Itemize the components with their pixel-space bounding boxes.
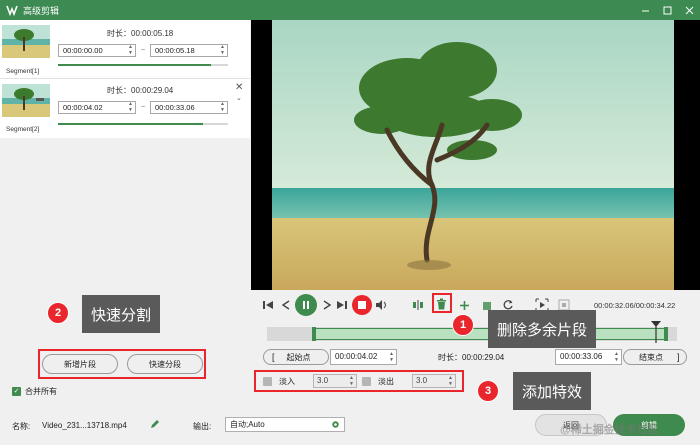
quick-split-button[interactable]: 快速分段 — [127, 354, 203, 374]
gear-icon[interactable] — [331, 420, 340, 429]
segment-start-field[interactable]: 00:00:00.00 ▲ ▼ — [58, 44, 136, 57]
set-start-label: 起始点 — [286, 352, 311, 362]
bracket-left-icon: [ — [272, 352, 275, 362]
maximize-icon[interactable] — [656, 0, 678, 20]
minimize-icon[interactable] — [634, 0, 656, 20]
segment-end-field[interactable]: 00:00:05.18 ▲ ▼ — [150, 44, 228, 57]
output-label: 输出: — [193, 422, 212, 431]
fade-in-checkbox[interactable]: 淡入 — [263, 375, 295, 388]
merge-all-checkbox[interactable]: ✓ 合并所有 — [12, 386, 57, 397]
segment-label: Segment[1] — [6, 68, 40, 75]
close-icon[interactable] — [678, 0, 700, 20]
stepper-icon[interactable]: ▲ ▼ — [220, 101, 225, 113]
close-icon[interactable]: ✕ — [235, 83, 243, 93]
next-icon[interactable] — [335, 298, 349, 312]
fade-out-field[interactable]: 3.0 ▲ ▼ — [412, 374, 456, 388]
set-start-button[interactable]: [ 起始点 — [263, 349, 329, 365]
separator: ~ — [141, 47, 146, 54]
step-forward-icon[interactable] — [320, 298, 334, 312]
stepper-icon[interactable]: ▲ ▼ — [448, 375, 453, 387]
segment-duration: 时长：00:00:29.04 — [107, 86, 174, 95]
title-bar: 高级剪辑 — [0, 0, 700, 20]
range-start-handle[interactable] — [312, 327, 316, 341]
annotation-badge-2: 2 — [47, 302, 69, 324]
fade-in-field[interactable]: 3.0 ▲ ▼ — [313, 374, 357, 388]
segment-thumbnail — [2, 25, 50, 58]
trim-row: [ 起始点 00:00:04.02 ▲ ▼ 时长：00:00:29.04 00:00… — [263, 349, 687, 365]
checkmark-icon[interactable]: ✓ — [12, 387, 21, 396]
bracket-right-icon: ] — [677, 352, 680, 362]
annotation-callout-1: 删除多余片段 — [488, 310, 597, 348]
output-select[interactable]: 自动;Auto — [225, 417, 345, 432]
add-icon[interactable] — [457, 298, 471, 312]
stepper-icon[interactable]: ▲ ▼ — [349, 375, 354, 387]
segment-progress — [58, 64, 228, 66]
segment-label: Segment[2] — [6, 126, 40, 133]
segment-end-field[interactable]: 00:00:33.06 ▲ ▼ — [150, 101, 228, 114]
checkbox-icon[interactable] — [263, 377, 272, 386]
chevron-down-icon[interactable]: ⌄ — [236, 94, 242, 104]
split-icon[interactable] — [411, 298, 425, 312]
stepper-icon[interactable]: ▲ ▼ — [389, 351, 394, 363]
segment-progress-fill — [58, 123, 203, 125]
fade-in-label: 淡入 — [279, 377, 295, 386]
stepper-icon[interactable]: ▲ ▼ — [220, 44, 225, 56]
app-logo-icon — [5, 3, 19, 17]
segment-item[interactable]: Segment[1] 时长：00:00:05.18 00:00:00.00 ▲ ▼ … — [0, 20, 250, 78]
merge-all-label: 合并所有 — [25, 387, 57, 396]
segment-item[interactable]: Segment[2] 时长：00:00:29.04 ✕ ⌄ 00:00:04.0… — [0, 79, 250, 137]
add-segment-button[interactable]: 新增片段 — [42, 354, 118, 374]
fade-out-label: 淡出 — [378, 377, 394, 386]
window-title: 高级剪辑 — [23, 5, 60, 16]
name-label: 名称: — [12, 422, 31, 431]
segment-list: Segment[1] 时长：00:00:05.18 00:00:00.00 ▲ ▼ … — [0, 20, 250, 138]
annotation-badge-3: 3 — [477, 380, 499, 402]
volume-icon[interactable] — [374, 298, 388, 312]
segment-progress — [58, 123, 228, 125]
file-name: Video_231...13718.mp4 — [42, 421, 127, 430]
playhead[interactable] — [651, 321, 661, 343]
video-frame — [272, 20, 674, 290]
watermark: @稀土掘金技术社区 — [560, 424, 659, 436]
segment-progress-fill — [58, 64, 211, 66]
video-preview — [251, 20, 700, 290]
separator: ~ — [141, 104, 146, 111]
segment-thumbnail — [2, 84, 50, 117]
playback-timecode: 00:00:32.06/00:00:34.22 — [594, 301, 676, 310]
set-end-button[interactable]: 结束点 ] — [623, 349, 687, 365]
trim-start-field[interactable]: 00:00:04.02 ▲ ▼ — [330, 349, 397, 365]
edit-icon[interactable] — [150, 419, 160, 429]
range-end-handle[interactable] — [664, 327, 668, 341]
segment-start-field[interactable]: 00:00:04.02 ▲ ▼ — [58, 101, 136, 114]
trim-end-field[interactable]: 00:00:33.06 ▲ ▼ — [555, 349, 622, 365]
trim-duration: 时长：00:00:29.04 — [438, 353, 505, 362]
annotation-badge-1: 1 — [452, 314, 474, 336]
play-icon[interactable] — [295, 294, 317, 316]
prev-icon[interactable] — [261, 298, 275, 312]
stop-icon[interactable] — [352, 295, 372, 315]
highlight-box — [432, 293, 452, 313]
stepper-icon[interactable]: ▲ ▼ — [614, 351, 619, 363]
segment-duration: 时长：00:00:05.18 — [107, 29, 174, 38]
fade-out-checkbox[interactable]: 淡出 — [362, 375, 394, 388]
stepper-icon[interactable]: ▲ ▼ — [128, 101, 133, 113]
set-end-label: 结束点 — [639, 352, 663, 362]
stepper-icon[interactable]: ▲ ▼ — [128, 44, 133, 56]
annotation-callout-2: 快速分割 — [82, 295, 161, 333]
player-controls: 00:00:32.06/00:00:34.22 — [251, 290, 700, 320]
checkbox-icon[interactable] — [362, 377, 371, 386]
step-back-icon[interactable] — [279, 298, 293, 312]
